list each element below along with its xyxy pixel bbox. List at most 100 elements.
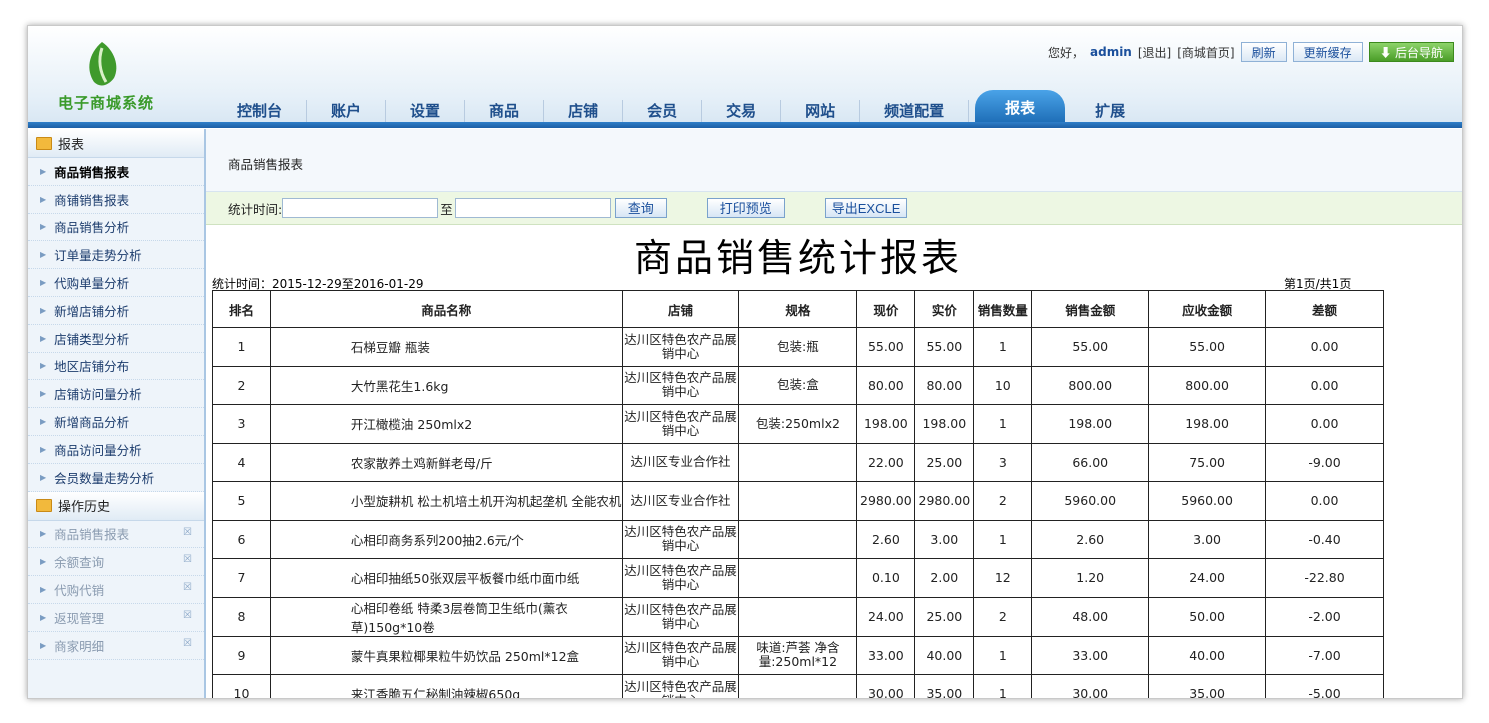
breadcrumb: 商品销售报表 xyxy=(206,129,1462,192)
sidebar-item-label: 商铺销售报表 xyxy=(54,192,130,208)
table-cell: 达川区特色农产品展销中心 xyxy=(621,404,740,444)
start-date-input[interactable] xyxy=(282,198,439,218)
table-cell: 达川区特色农产品展销中心 xyxy=(621,635,740,675)
table-cell: 来江香脆五仁秘制油辣椒650g xyxy=(269,674,623,698)
nav-item-products[interactable]: 商品 xyxy=(465,100,545,122)
table-cell: 75.00 xyxy=(1148,442,1267,482)
table-cell: 达川区特色农产品展销中心 xyxy=(621,365,740,405)
table-cell: 198.00 xyxy=(856,404,916,444)
sidebar-group-history[interactable]: 操作历史 xyxy=(28,491,204,521)
triangle-right-icon: ▶ xyxy=(40,640,47,650)
table-cell: 3 xyxy=(973,442,1033,482)
triangle-right-icon: ▶ xyxy=(40,612,47,622)
nav-item-reports[interactable]: 报表 xyxy=(975,90,1066,122)
export-excel-button[interactable]: 导出EXCLE xyxy=(824,198,908,218)
history-item[interactable]: ▶ 余额查询 ☒ xyxy=(28,548,204,577)
triangle-right-icon: ▶ xyxy=(40,585,47,595)
history-item[interactable]: ▶ 商家明细 ☒ xyxy=(28,632,204,660)
nav-item-account[interactable]: 账户 xyxy=(307,100,387,122)
sidebar-item[interactable]: ▶ 代购单量分析 xyxy=(28,269,204,297)
sidebar-item[interactable]: ▶ 地区店铺分布 xyxy=(28,353,204,381)
sidebar-item[interactable]: ▶ 店铺类型分析 xyxy=(28,325,204,353)
sidebar-item[interactable]: ▶ 新增店铺分析 xyxy=(28,297,204,325)
print-preview-button[interactable]: 打印预览 xyxy=(706,198,785,218)
sidebar-item[interactable]: ▶ 商铺销售报表 xyxy=(28,186,204,214)
nav-item-members[interactable]: 会员 xyxy=(623,100,703,122)
table-cell: 1 xyxy=(973,635,1033,675)
sidebar-group-reports[interactable]: 报表 xyxy=(28,129,204,158)
close-icon[interactable]: ☒ xyxy=(183,582,192,593)
table-cell: 25.00 xyxy=(914,596,975,637)
triangle-right-icon: ▶ xyxy=(40,417,47,427)
close-icon[interactable]: ☒ xyxy=(183,554,192,565)
table-cell: -9.00 xyxy=(1265,442,1384,482)
greeting-text: 您好， xyxy=(1047,45,1084,60)
refresh-button[interactable]: 刷新 xyxy=(1240,42,1287,62)
triangle-right-icon: ▶ xyxy=(40,166,47,176)
main-nav: 控制台 账户 设置 商品 店铺 会员 交易 网站 频道配置 报表 扩展 xyxy=(213,90,1149,122)
close-icon[interactable]: ☒ xyxy=(183,610,192,621)
close-icon[interactable]: ☒ xyxy=(183,638,192,649)
table-cell: 50.00 xyxy=(1148,596,1267,637)
table-cell: 开江橄榄油 250mlx2 xyxy=(269,404,623,444)
sidebar-item[interactable]: ▶ 订单量走势分析 xyxy=(28,241,204,270)
sidebar-group-title: 报表 xyxy=(58,137,85,153)
close-icon[interactable]: ☒ xyxy=(183,527,192,538)
table-cell: 达川区专业合作社 xyxy=(621,481,740,521)
nav-item-extend[interactable]: 扩展 xyxy=(1071,100,1149,122)
table-cell: 包装:瓶 xyxy=(738,327,858,367)
table-cell: 35.00 xyxy=(914,674,975,698)
sales-report-table: 排名 商品名称 店铺 规格 现价 实价 销售数量 销售金额 应收金额 差额 1石… xyxy=(212,290,1384,698)
end-date-input[interactable] xyxy=(454,198,611,218)
sidebar-item[interactable]: ▶ 商品销售报表 xyxy=(28,158,204,186)
column-header: 排名 xyxy=(212,290,271,328)
triangle-right-icon: ▶ xyxy=(40,529,47,539)
sidebar-item[interactable]: ▶ 商品销售分析 xyxy=(28,214,204,242)
sidebar-item[interactable]: ▶ 会员数量走势分析 xyxy=(28,464,204,492)
nav-item-website[interactable]: 网站 xyxy=(781,100,861,122)
triangle-right-icon: ▶ xyxy=(40,194,47,204)
nav-item-channel[interactable]: 频道配置 xyxy=(860,100,970,122)
table-cell: 24.00 xyxy=(856,596,916,637)
table-cell: -0.40 xyxy=(1265,519,1384,559)
history-item-label: 代购代销 xyxy=(54,583,105,599)
table-cell: 0.00 xyxy=(1265,481,1384,521)
table-cell: 5960.00 xyxy=(1031,481,1150,521)
table-cell: 2.00 xyxy=(914,558,975,598)
sidebar-item-label: 新增商品分析 xyxy=(54,415,130,431)
table-cell xyxy=(738,558,858,598)
nav-item-console[interactable]: 控制台 xyxy=(213,100,308,122)
sidebar-item[interactable]: ▶ 店铺访问量分析 xyxy=(28,380,204,409)
history-item[interactable]: ▶ 商品销售报表 ☒ xyxy=(28,521,204,549)
header-divider xyxy=(28,122,1462,128)
history-item[interactable]: ▶ 返现管理 ☒ xyxy=(28,604,204,632)
table-cell: 33.00 xyxy=(1031,635,1150,675)
table-row: 10来江香脆五仁秘制油辣椒650g达川区特色农产品展销中心30.0035.001… xyxy=(212,674,1384,698)
sidebar-item[interactable]: ▶ 新增商品分析 xyxy=(28,408,204,436)
column-header: 现价 xyxy=(856,290,916,328)
table-cell: 5960.00 xyxy=(1148,481,1267,521)
table-cell: -2.00 xyxy=(1265,596,1384,637)
nav-item-settings[interactable]: 设置 xyxy=(386,100,466,122)
table-cell: 80.00 xyxy=(856,365,916,405)
nav-item-shops[interactable]: 店铺 xyxy=(544,100,624,122)
sidebar-group-title: 操作历史 xyxy=(58,500,111,516)
query-button[interactable]: 查询 xyxy=(614,198,667,218)
table-cell: 198.00 xyxy=(914,404,975,444)
backend-nav-label: 后台导航 xyxy=(1394,46,1443,60)
table-row: 2 大竹黑花生1.6kg 达川区特色农产品展销中心 包装:盒 80.00 80.00 10 8… xyxy=(212,365,1384,405)
table-cell: 80.00 xyxy=(914,365,975,405)
nav-item-trade[interactable]: 交易 xyxy=(702,100,782,122)
table-cell: 40.00 xyxy=(914,635,975,675)
history-item[interactable]: ▶ 代购代销 ☒ xyxy=(28,576,204,604)
triangle-right-icon: ▶ xyxy=(40,557,47,567)
update-cache-button[interactable]: 更新缓存 xyxy=(1292,42,1363,62)
mall-home-link[interactable]: [商城首页] xyxy=(1177,44,1234,61)
sidebar-item-label: 会员数量走势分析 xyxy=(54,470,155,486)
table-cell: 2980.00 xyxy=(856,481,916,521)
logout-link[interactable]: [退出] xyxy=(1138,44,1171,61)
sidebar-item-label: 店铺类型分析 xyxy=(54,331,130,347)
table-cell: 达川区特色农产品展销中心 xyxy=(621,558,740,598)
sidebar-item[interactable]: ▶ 商品访问量分析 xyxy=(28,436,204,464)
backend-nav-button[interactable]: ⬇ 后台导航 xyxy=(1368,42,1454,62)
